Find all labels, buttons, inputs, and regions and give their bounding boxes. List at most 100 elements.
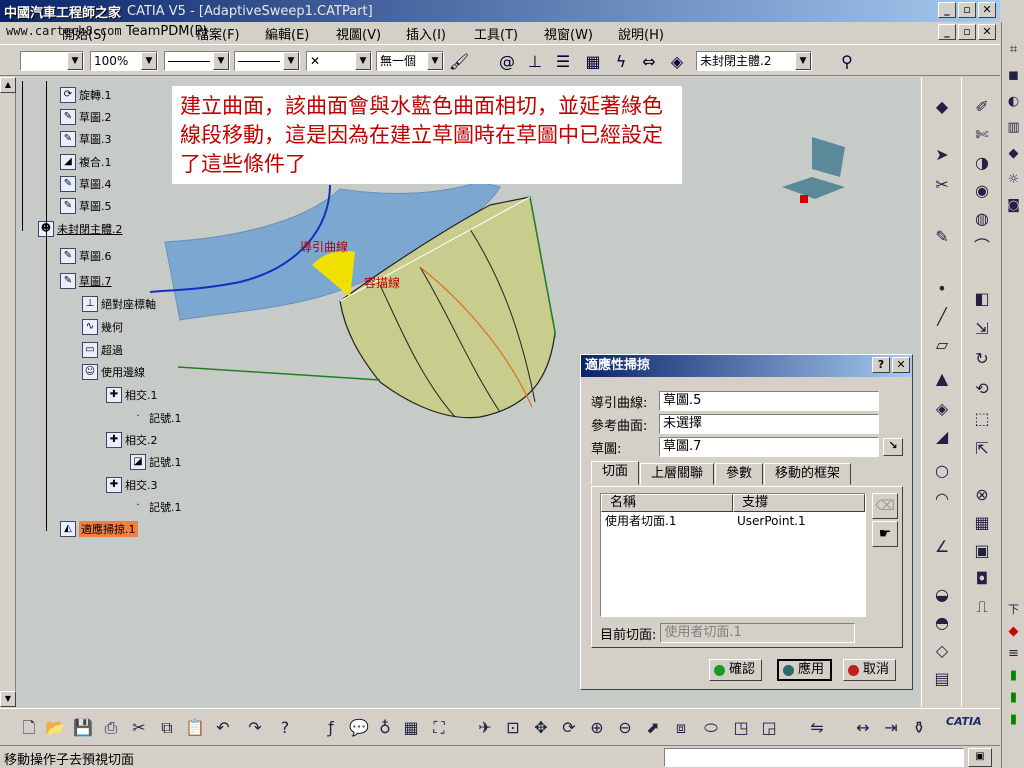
save-icon[interactable]: 💾: [72, 717, 94, 739]
sketch-field[interactable]: 草圖.7: [659, 437, 879, 457]
offset-icon[interactable]: ▤: [930, 667, 954, 691]
render-style-icon[interactable]: ⬭: [700, 717, 722, 739]
layer-icon[interactable]: ◈: [666, 51, 688, 73]
material-icon[interactable]: ▥: [1004, 118, 1023, 138]
circle-icon[interactable]: ○: [930, 459, 954, 483]
menu-view[interactable]: 視圖(V): [336, 24, 381, 43]
formula-icon[interactable]: ƒ: [320, 717, 342, 739]
cancel-button[interactable]: 取消: [843, 659, 897, 681]
pan-icon[interactable]: ✥: [530, 717, 552, 739]
hide-show-icon[interactable]: ◳: [730, 717, 752, 739]
lights-icon[interactable]: ☼: [1004, 170, 1023, 190]
close-button[interactable]: ✕: [978, 2, 996, 18]
tree-item[interactable]: ▭ 超過: [82, 342, 123, 358]
ok-button[interactable]: 確認: [709, 659, 763, 681]
command-button[interactable]: ▣: [968, 748, 992, 767]
remove-section-button[interactable]: ⌫: [872, 493, 898, 519]
zoom-combo[interactable]: 100% ▼: [90, 51, 158, 71]
tree-item[interactable]: ✎ 草圖.2: [60, 109, 112, 125]
menu-edit[interactable]: 編輯(E): [265, 24, 309, 43]
split-icon[interactable]: ◑: [970, 151, 994, 175]
symmetry-icon[interactable]: ⟲: [970, 377, 994, 401]
plane-icon[interactable]: ▱: [930, 333, 954, 357]
spiral-icon[interactable]: @: [496, 51, 518, 73]
normal-view-icon[interactable]: ⬈: [642, 717, 664, 739]
whats-this-icon[interactable]: ?: [274, 717, 296, 739]
color-combo[interactable]: ▼: [20, 51, 84, 71]
line-icon[interactable]: ╱: [930, 305, 954, 329]
profile-icon[interactable]: ✎: [930, 225, 954, 249]
tools-icon[interactable]: ✂: [930, 173, 954, 197]
lineweight-combo[interactable]: ▼: [234, 51, 300, 71]
menu-start[interactable]: 開始(S): [62, 24, 106, 43]
layer-combo[interactable]: 無一個 ▼: [376, 51, 444, 71]
tree-item[interactable]: ⟳ 旋轉.1: [60, 87, 112, 103]
tree-item-body[interactable]: ☻未封閉主體.2: [38, 221, 123, 237]
views-icon[interactable]: ⧈: [670, 717, 692, 739]
measure-icon[interactable]: ⎍: [970, 595, 994, 619]
help-button[interactable]: ?: [872, 357, 890, 373]
tree-item[interactable]: ⊥ 絕對座標軸: [82, 296, 156, 312]
scroll-down-icon[interactable]: ▼: [0, 691, 16, 707]
paste-icon[interactable]: 📋: [184, 717, 206, 739]
tree-item[interactable]: · 記號.1: [130, 499, 181, 515]
tab-parents[interactable]: 上層關聯: [640, 463, 715, 485]
pattern-icon[interactable]: ▦: [970, 511, 994, 535]
body-combo[interactable]: 未封閉主體.2 ▼: [696, 51, 812, 71]
table-icon[interactable]: ▦: [400, 717, 422, 739]
command-input[interactable]: [664, 748, 964, 767]
redo-icon[interactable]: ↷: [244, 717, 266, 739]
indicator-icon[interactable]: ▮: [1004, 710, 1023, 730]
undo-icon[interactable]: ↶: [212, 717, 234, 739]
indicator-icon[interactable]: ▮: [1004, 666, 1023, 686]
comment-icon[interactable]: 💬: [348, 717, 370, 739]
axis-tool-icon[interactable]: ⇱: [970, 437, 994, 461]
column-name[interactable]: 名稱: [601, 494, 733, 512]
copy-icon[interactable]: ⧉: [156, 717, 178, 739]
apply-button[interactable]: 應用: [777, 659, 833, 681]
guide-curve-field[interactable]: 草圖.5: [659, 391, 879, 411]
sketch-edit-button[interactable]: ↘: [883, 438, 903, 456]
extrude-icon[interactable]: ▲: [930, 367, 954, 391]
extract-icon[interactable]: ◧: [970, 287, 994, 311]
boundary-icon[interactable]: ⌒: [970, 235, 994, 259]
tree-item-selected[interactable]: ◭ 適應掃掠.1: [60, 521, 138, 537]
scale-icon[interactable]: ⬚: [970, 407, 994, 431]
tree-scrollbar[interactable]: ▲ ▼: [0, 77, 16, 707]
doc-restore-button[interactable]: ▫: [958, 24, 976, 40]
open-folder-icon[interactable]: 📂: [44, 717, 66, 739]
tree-item[interactable]: ✎ 草圖.5: [60, 198, 112, 214]
tree-item[interactable]: · 記號.1: [130, 410, 181, 426]
cut-icon[interactable]: ✂: [128, 717, 150, 739]
tree-item[interactable]: ✎ 草圖.3: [60, 131, 112, 147]
down-label[interactable]: 下: [1004, 600, 1023, 620]
tree-item[interactable]: ✚ 相交.3: [106, 477, 158, 493]
tab-moving-frame[interactable]: 移動的框架: [764, 463, 852, 485]
axis-system-icon[interactable]: ⊥: [524, 51, 546, 73]
render-icon[interactable]: ◐: [1004, 92, 1023, 112]
hierarchy-icon[interactable]: ⛶: [428, 717, 450, 739]
tree-item[interactable]: ✚ 相交.1: [106, 387, 158, 403]
measure-between-icon[interactable]: ↔: [852, 717, 874, 739]
doc-close-button[interactable]: ✕: [978, 24, 996, 40]
restore-button[interactable]: ▫: [958, 2, 976, 18]
menu-insert[interactable]: 插入(I): [406, 24, 446, 43]
sketch-tool-icon[interactable]: ◆: [930, 95, 954, 119]
new-file-icon[interactable]: 🗋: [18, 717, 40, 739]
analysis-icon[interactable]: ◘: [970, 567, 994, 591]
stack-icon[interactable]: ≡: [1004, 644, 1023, 664]
multi-section-icon[interactable]: ◇: [930, 639, 954, 663]
heal-icon[interactable]: ◍: [970, 207, 994, 231]
sweep-tool-icon[interactable]: ✐: [970, 95, 994, 119]
indicator-icon[interactable]: ▮: [1004, 688, 1023, 708]
tree-item[interactable]: ◢ 複合.1: [60, 154, 112, 170]
menu-help[interactable]: 說明(H): [618, 24, 664, 43]
tree-item[interactable]: ☺ 使用邊線: [82, 364, 145, 380]
constraint-icon[interactable]: ⇔: [638, 51, 660, 73]
linetype-combo[interactable]: ▼: [164, 51, 230, 71]
rotate-view-icon[interactable]: ⟳: [558, 717, 580, 739]
magnifier-icon[interactable]: ⚲: [836, 51, 858, 73]
list-item[interactable]: 使用者切面.1 UserPoint.1: [601, 512, 865, 530]
select-arrow-icon[interactable]: ➤: [930, 143, 954, 167]
minimize-button[interactable]: _: [938, 2, 956, 18]
